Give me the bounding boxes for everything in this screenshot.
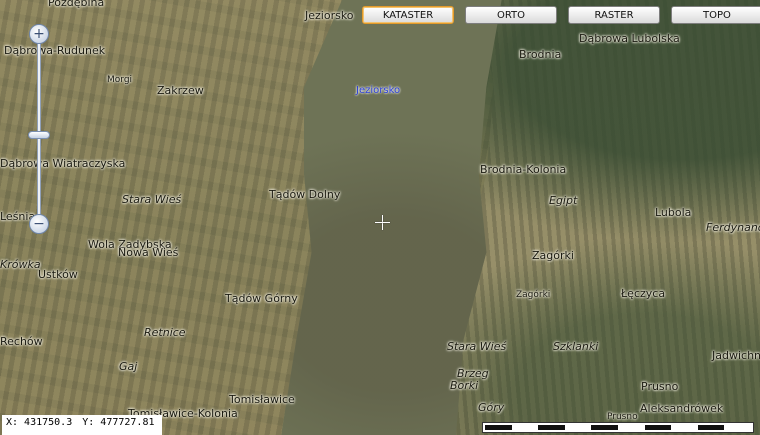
coordinate-readout: X: 431750.3 Y: 477727.81 — [2, 415, 162, 435]
place-label: Tomisławice — [229, 393, 295, 406]
scale-bar — [482, 422, 754, 433]
place-label: Brodnia — [519, 48, 562, 61]
place-label: Nowa Wieś — [118, 246, 179, 259]
orto-button[interactable]: ORTO — [465, 6, 557, 24]
place-label: Krówka — [0, 258, 41, 271]
zoom-in-icon[interactable]: + — [29, 24, 49, 44]
place-label: Brodnia-Kolonia — [480, 163, 567, 176]
place-label: Pozdębina — [48, 0, 105, 9]
raster-button[interactable]: RASTER — [568, 6, 660, 24]
place-label: Szklanki — [553, 340, 599, 353]
place-label: Prusno — [607, 412, 638, 422]
kataster-button[interactable]: KATASTER — [362, 6, 454, 24]
place-label: Dąbrowa Wiatraczyska — [0, 157, 126, 170]
reservoir-label: Jeziorsko — [356, 85, 401, 96]
y-coordinate: Y: 477727.81 — [82, 417, 155, 428]
place-label: Dąbrowa-Rudunek — [4, 44, 106, 57]
place-label: Tądów Górny — [225, 292, 298, 305]
place-label: Gaj — [119, 360, 138, 373]
place-label: Retnice — [144, 326, 186, 339]
zoom-out-icon[interactable]: − — [29, 214, 49, 234]
place-label: Dąbrowa Lubolska — [579, 32, 680, 45]
place-label: Tądów Dolny — [269, 188, 341, 201]
place-label: Góry — [478, 401, 505, 414]
place-label: Aleksandrówek — [640, 402, 724, 415]
crosshair-icon — [375, 215, 390, 230]
place-label: Jadwichna — [712, 349, 760, 362]
place-label: Zagórki — [516, 290, 551, 300]
place-label: Prusno — [641, 380, 679, 393]
place-label: Lubola — [655, 206, 692, 219]
place-label: Morgi — [107, 75, 133, 85]
x-coordinate: X: 431750.3 — [6, 417, 73, 428]
place-label: Zakrzew — [157, 84, 204, 97]
zoom-slider-track[interactable] — [37, 34, 41, 224]
place-label: Zagórki — [532, 249, 574, 262]
topo-button[interactable]: TOPO — [671, 6, 760, 24]
place-label: Stara Wieś — [447, 340, 507, 353]
place-label: Łęczyca — [621, 287, 666, 300]
place-label: Rechów — [0, 335, 43, 348]
zoom-slider-handle[interactable] — [28, 131, 50, 139]
place-label: Jeziorsko — [305, 9, 354, 22]
layer-toolbar: KATASTER ORTO RASTER TOPO — [362, 6, 760, 24]
place-label: Ferdynandów — [706, 221, 760, 234]
place-label: Borki — [450, 379, 479, 392]
map-viewport[interactable]: Pozdębina Jeziorsko Dąbrowa Lubolska Bro… — [0, 0, 760, 435]
place-label: Stara Wieś — [122, 193, 182, 206]
place-label: Egipt — [549, 194, 578, 207]
place-label: Ustków — [38, 268, 78, 281]
